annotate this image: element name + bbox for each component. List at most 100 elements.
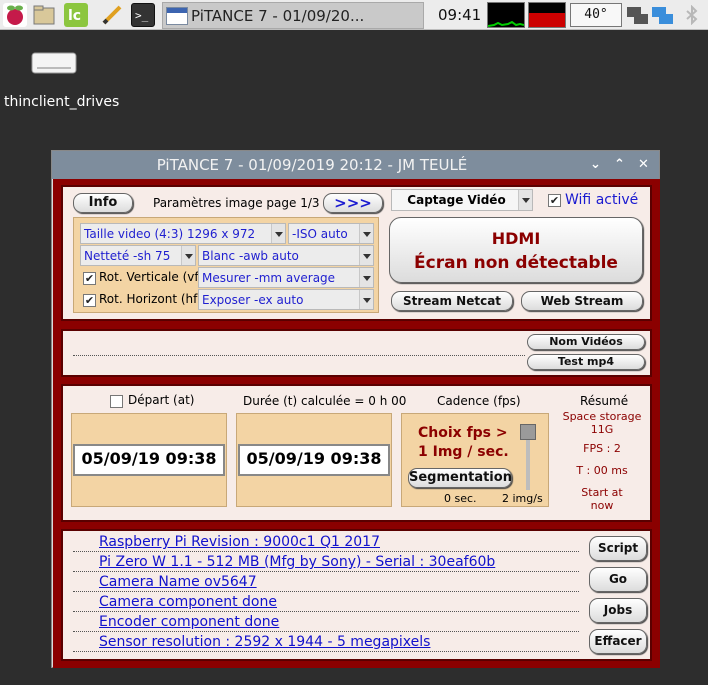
summary-time: T : 00 ms	[576, 464, 628, 477]
sharpness-value: Netteté -sh 75	[84, 249, 171, 263]
taskbar-window-title: PiTANCE 7 - 01/09/20...	[191, 7, 365, 25]
iso-select[interactable]: -ISO auto	[288, 223, 374, 244]
window-title: PiTANCE 7 - 01/09/2019 20:12 - JM TEULÉ	[156, 156, 468, 174]
rot-horizontal-label: Rot. Horizont (hf)	[99, 292, 203, 306]
chevron-down-icon	[359, 246, 373, 265]
go-button[interactable]: Go	[589, 567, 647, 592]
chevron-down-icon	[181, 246, 195, 265]
info-line-separator	[73, 631, 579, 632]
info-line: Camera component done	[99, 594, 277, 610]
fps-choice: Choix fps > 1 Img / sec.	[418, 424, 509, 462]
segmentation-button[interactable]: Segmentation	[408, 468, 512, 488]
video-size-select[interactable]: Taille video (4:3) 1296 x 972	[80, 223, 286, 244]
chevron-down-icon	[359, 224, 373, 243]
summary-start: Start at now	[581, 486, 623, 512]
memory-monitor[interactable]	[528, 2, 566, 28]
wifi-label: Wifi activé	[565, 192, 639, 208]
exposure-value: Exposer -ex auto	[202, 293, 304, 307]
fps-group: Choix fps > 1 Img / sec. Segmentation 0 …	[401, 413, 549, 507]
taskbar-window-button[interactable]: PiTANCE 7 - 01/09/20...	[162, 2, 424, 29]
sharpness-select[interactable]: Netteté -sh 75	[80, 245, 196, 266]
chevron-down-icon	[271, 224, 285, 243]
chevron-down-icon	[518, 190, 532, 210]
libreoffice-calc-icon[interactable]: lc	[64, 3, 88, 27]
hdmi-message: Écran non détectable	[414, 253, 618, 273]
info-line: Encoder component done	[99, 614, 280, 630]
info-line-separator	[73, 551, 579, 552]
web-stream-button[interactable]: Web Stream	[521, 291, 643, 311]
stream-netcat-button[interactable]: Stream Netcat	[391, 291, 513, 311]
iso-value: -ISO auto	[292, 227, 348, 241]
text-editor-icon[interactable]	[100, 3, 124, 27]
clock[interactable]: 09:41	[438, 6, 481, 24]
test-mp4-button[interactable]: Test mp4	[527, 354, 645, 370]
metering-select[interactable]: Mesurer -mm average	[198, 267, 374, 288]
minimize-icon[interactable]: ⌄	[590, 157, 601, 172]
timing-panel: Départ (at) Durée (t) calculée = 0 h 00 …	[61, 384, 652, 522]
window-client: Info Paramètres image page 1/3 >>> Capta…	[53, 179, 660, 668]
metering-value: Mesurer -mm average	[202, 271, 336, 285]
white-balance-select[interactable]: Blanc -awb auto	[198, 245, 374, 266]
page-label: Paramètres image page 1/3	[153, 196, 320, 210]
start-label: Départ (at)	[128, 393, 195, 407]
script-button[interactable]: Script	[589, 536, 647, 561]
info-line: Raspberry Pi Revision : 9000c1 Q1 2017	[99, 534, 380, 550]
info-line: Pi Zero W 1.1 - 512 MB (Mfg by Sony) - S…	[99, 554, 496, 570]
file-manager-icon[interactable]	[32, 3, 56, 27]
settings-panel: Info Paramètres image page 1/3 >>> Capta…	[61, 185, 652, 321]
clear-button[interactable]: Effacer	[589, 629, 647, 654]
summary-fps: FPS : 2	[583, 442, 621, 455]
temperature-readout[interactable]: 40°	[570, 3, 622, 27]
info-button[interactable]: Info	[73, 193, 133, 213]
fps-value: 1 Img / sec.	[418, 444, 509, 460]
info-line-separator	[73, 571, 579, 572]
slider-min-label: 0 sec.	[444, 492, 477, 505]
end-date-field[interactable]: 05/09/19 09:38	[238, 444, 390, 476]
drive-label[interactable]: thinclient_drives	[4, 92, 119, 112]
raspberry-menu-icon[interactable]	[3, 3, 27, 27]
white-balance-value: Blanc -awb auto	[202, 249, 299, 263]
start-date-field[interactable]: 05/09/19 09:38	[73, 444, 225, 476]
rot-vertical-checkbox[interactable]: ✔	[83, 272, 96, 285]
end-date-group: 05/09/19 09:38	[236, 413, 392, 507]
slider-max-label: 2 img/s	[502, 492, 543, 505]
hdmi-status-box[interactable]: HDMI Écran non détectable	[389, 217, 643, 283]
rot-horizontal-checkbox[interactable]: ✔	[83, 294, 96, 307]
video-name-line	[73, 355, 525, 356]
capture-mode-select[interactable]: Captage Vidéo	[391, 189, 533, 211]
duration-label: Durée (t) calculée = 0 h 00	[243, 394, 407, 408]
drive-icon[interactable]	[31, 50, 77, 76]
svg-text:>_: >_	[135, 9, 149, 22]
terminal-icon[interactable]: >_	[131, 3, 155, 27]
camera-settings-group: Taille video (4:3) 1296 x 972 -ISO auto …	[73, 217, 379, 313]
chevron-down-icon	[359, 268, 373, 287]
maximize-icon[interactable]: ⌃	[614, 157, 625, 172]
summary-label: Résumé	[580, 394, 629, 408]
cpu-monitor[interactable]	[487, 2, 525, 28]
video-names-button[interactable]: Nom Vidéos	[527, 334, 645, 350]
info-panel: Raspberry Pi Revision : 9000c1 Q1 2017 Pi…	[61, 529, 652, 661]
cadence-label: Cadence (fps)	[437, 394, 521, 408]
info-line-separator	[73, 611, 579, 612]
close-icon[interactable]: ✕	[638, 157, 649, 172]
svg-text:lc: lc	[68, 8, 81, 24]
video-names-panel: Nom Vidéos Test mp4	[61, 329, 652, 377]
wifi-checkbox[interactable]: ✔	[548, 194, 561, 207]
next-page-button[interactable]: >>>	[323, 193, 383, 213]
summary-storage: Space storage 11G	[562, 410, 642, 436]
start-checkbox[interactable]	[110, 395, 123, 408]
bluetooth-icon[interactable]	[684, 4, 700, 29]
taskbar: lc >_ PiTANCE 7 - 01/09/20... 09:41 40°	[0, 0, 708, 30]
info-line-separator	[73, 651, 579, 652]
window-titlebar[interactable]: PiTANCE 7 - 01/09/2019 20:12 - JM TEULÉ …	[52, 151, 659, 179]
hdmi-title: HDMI	[491, 229, 541, 248]
video-size-value: Taille video (4:3) 1296 x 972	[84, 227, 256, 241]
pitance-window: PiTANCE 7 - 01/09/2019 20:12 - JM TEULÉ …	[51, 150, 660, 668]
network-icon[interactable]	[626, 4, 678, 32]
exposure-select[interactable]: Exposer -ex auto	[198, 289, 374, 310]
rot-vertical-label: Rot. Verticale (vf)	[99, 270, 204, 284]
jobs-button[interactable]: Jobs	[589, 598, 647, 623]
fps-slider-thumb[interactable]	[520, 424, 536, 440]
fps-choice-label: Choix fps >	[418, 425, 508, 441]
start-date-group: 05/09/19 09:38	[71, 413, 227, 507]
